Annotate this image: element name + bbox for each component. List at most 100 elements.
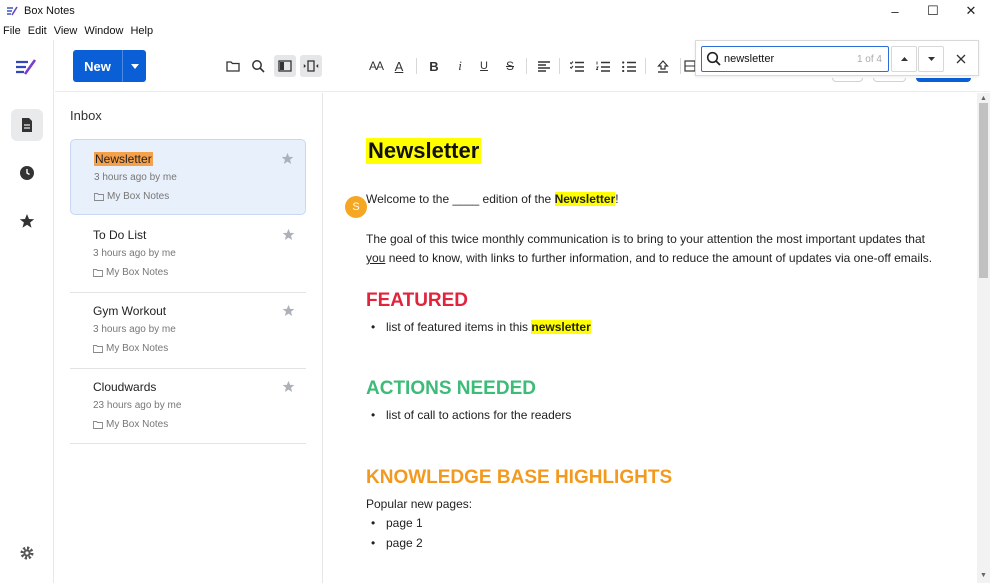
menu-help[interactable]: Help [127, 25, 157, 37]
goal-line-rest: need to know, with links to further info… [385, 251, 933, 265]
toolbar-divider [559, 58, 560, 74]
underlined-word: you [366, 251, 386, 265]
editor-scrollbar[interactable]: ▲ ▼ [977, 93, 990, 583]
knowledge-base-heading: KNOWLEDGE BASE HIGHLIGHTS [366, 467, 673, 488]
numbered-list-button[interactable] [592, 55, 614, 77]
folder-icon [93, 268, 103, 277]
clock-icon [20, 166, 34, 180]
caret-down-icon [130, 63, 139, 69]
gear-icon [20, 546, 34, 560]
folder-icon [93, 420, 103, 429]
align-button[interactable] [533, 55, 555, 77]
full-width-button[interactable] [300, 55, 322, 77]
find-query-text: newsletter [724, 53, 775, 65]
left-rail [0, 40, 54, 583]
scroll-down-arrow-icon[interactable]: ▼ [980, 572, 987, 579]
new-dropdown-button[interactable] [123, 50, 146, 82]
expand-width-icon [303, 60, 319, 72]
close-button[interactable]: ✕ [952, 0, 990, 22]
caret-down-icon [927, 57, 935, 61]
close-icon [956, 54, 966, 64]
toggle-sidebar-button[interactable] [274, 55, 296, 77]
sidebar-layout-icon [278, 60, 292, 72]
share-button[interactable] [916, 78, 971, 82]
menu-view[interactable]: View [51, 25, 82, 37]
notes-nav-button[interactable] [11, 109, 43, 141]
menu-edit[interactable]: Edit [25, 25, 51, 37]
menu-bar: File Edit View Window Help [0, 22, 157, 40]
minimize-button[interactable]: – [876, 0, 914, 22]
note-title: To Do List [93, 228, 147, 242]
note-folder: My Box Notes [93, 343, 168, 354]
search-highlight: newsletter [531, 320, 591, 334]
find-bar: newsletter 1 of 4 [695, 40, 979, 76]
list-item: page 2 [371, 536, 423, 550]
folder-icon [94, 192, 104, 201]
search-highlight: Newsletter [554, 192, 616, 206]
favorite-star-icon[interactable] [282, 228, 295, 241]
find-next-button[interactable] [918, 46, 944, 72]
toolbar-divider [416, 58, 417, 74]
settings-button[interactable] [11, 537, 43, 569]
text-color-button[interactable]: A [390, 55, 408, 77]
box-notes-logo-icon [16, 59, 37, 75]
note-meta: 3 hours ago by me [93, 248, 176, 259]
bullet-list-button[interactable] [618, 55, 640, 77]
note-meta: 23 hours ago by me [93, 400, 182, 411]
list-item: page 1 [371, 516, 423, 530]
recents-nav-button[interactable] [11, 157, 43, 189]
note-item-to-do-list[interactable]: To Do List 3 hours ago by me My Box Note… [70, 216, 306, 292]
new-button-label: New [73, 50, 123, 82]
upload-icon [657, 59, 669, 73]
list-item-text: page 2 [386, 536, 423, 550]
find-input[interactable]: newsletter 1 of 4 [701, 46, 889, 72]
favorite-star-icon[interactable] [282, 380, 295, 393]
scroll-thumb[interactable] [979, 103, 988, 278]
folder-button[interactable] [222, 55, 244, 77]
new-note-button[interactable]: New [73, 50, 146, 82]
strikethrough-button[interactable]: S [501, 55, 519, 77]
note-item-newsletter[interactable]: Newsletter 3 hours ago by me My Box Note… [70, 139, 306, 215]
note-folder-label: My Box Notes [106, 267, 169, 278]
list-item-text: list of call to actions for the readers [386, 408, 572, 422]
kb-intro: Popular new pages: [366, 497, 473, 511]
underline-button[interactable]: U [475, 55, 493, 77]
welcome-text-end: ! [615, 192, 619, 206]
favorite-star-icon[interactable] [282, 304, 295, 317]
title-bar: Box Notes – ☐ ✕ [0, 0, 990, 22]
welcome-text: Welcome to the ____ edition of the [366, 192, 555, 206]
note-folder-label: My Box Notes [106, 419, 169, 430]
maximize-button[interactable]: ☐ [914, 0, 952, 22]
scroll-up-arrow-icon[interactable]: ▲ [980, 95, 987, 102]
favorites-nav-button[interactable] [11, 205, 43, 237]
favorite-star-icon[interactable] [281, 152, 294, 165]
note-title: Cloudwards [93, 380, 157, 394]
note-folder: My Box Notes [94, 191, 169, 202]
list-item: list of call to actions for the readers [371, 408, 572, 422]
bold-button[interactable]: B [425, 55, 443, 77]
menu-window[interactable]: Window [81, 25, 127, 37]
collaborator-avatar[interactable]: S [345, 196, 367, 218]
header-button[interactable] [873, 78, 906, 82]
note-folder: My Box Notes [93, 267, 168, 278]
search-button[interactable] [247, 55, 269, 77]
find-close-button[interactable] [948, 46, 974, 72]
numbered-list-icon [596, 61, 610, 72]
note-editor[interactable]: Newsletter S Welcome to the ____ edition… [324, 93, 977, 583]
find-previous-button[interactable] [891, 46, 917, 72]
menu-file[interactable]: File [0, 25, 25, 37]
header-button[interactable] [832, 78, 863, 82]
note-item-gym-workout[interactable]: Gym Workout 3 hours ago by me My Box Not… [70, 292, 306, 368]
actions-heading: ACTIONS NEEDED [366, 378, 536, 399]
note-item-cloudwards[interactable]: Cloudwards 23 hours ago by me My Box Not… [70, 368, 306, 444]
checklist-button[interactable] [566, 55, 588, 77]
welcome-paragraph: Welcome to the ____ edition of the Newsl… [366, 190, 619, 209]
insert-button[interactable] [652, 55, 674, 77]
italic-button[interactable]: i [451, 55, 469, 77]
checklist-icon [570, 60, 584, 72]
caret-up-icon [900, 57, 908, 61]
note-meta: 3 hours ago by me [93, 324, 176, 335]
goal-line: you need to know, with links to further … [366, 249, 932, 268]
find-match-count: 1 of 4 [856, 53, 882, 65]
font-size-button[interactable]: AA [365, 55, 387, 77]
